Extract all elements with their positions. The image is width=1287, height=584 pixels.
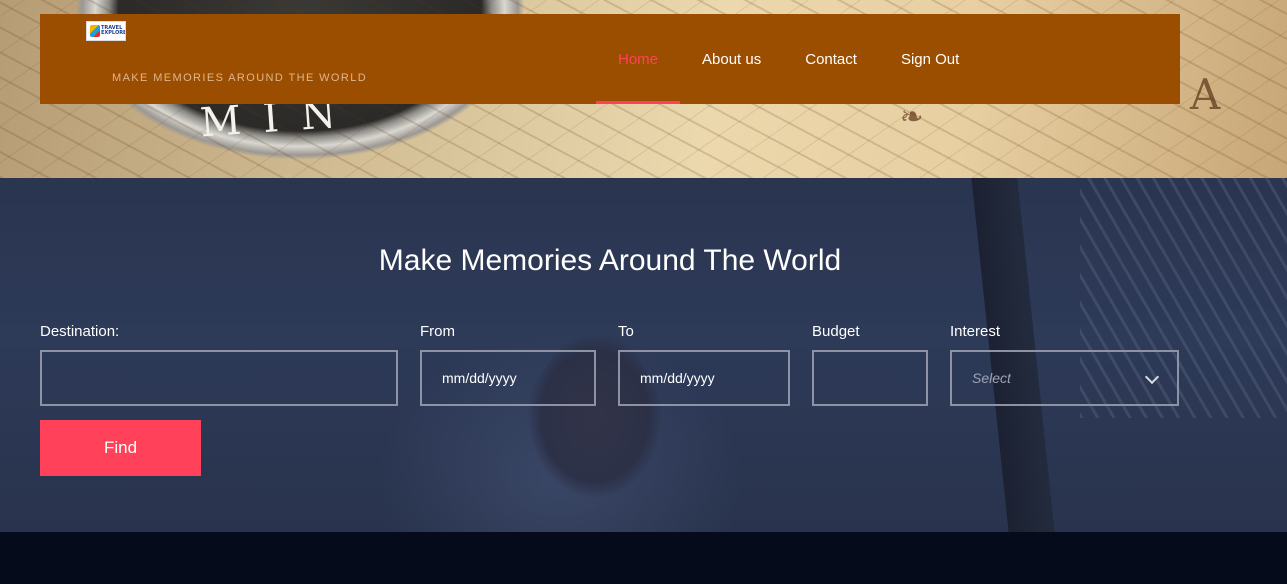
to-date-placeholder: mm/dd/yyyy <box>640 370 715 386</box>
nav-item-contact[interactable]: Contact <box>783 14 879 104</box>
from-label: From <box>420 323 455 340</box>
to-date-input[interactable]: mm/dd/yyyy <box>618 350 790 406</box>
nav-item-sign-out[interactable]: Sign Out <box>879 14 981 104</box>
main-nav: Home About us Contact Sign Out <box>596 14 981 104</box>
search-section: Make Memories Around The World Destinati… <box>0 178 1287 532</box>
background-figure <box>430 296 760 532</box>
logo-mark-icon <box>90 25 100 37</box>
find-button[interactable]: Find <box>40 420 201 476</box>
search-headline: Make Memories Around The World <box>378 244 842 277</box>
site-logo[interactable]: TRAVEL EXPLORER <box>86 21 126 41</box>
interest-placeholder: Select <box>972 370 1011 386</box>
budget-label: Budget <box>812 323 860 340</box>
from-date-input[interactable]: mm/dd/yyyy <box>420 350 596 406</box>
site-header: TRAVEL EXPLORER MAKE MEMORIES AROUND THE… <box>40 14 1180 104</box>
to-label: To <box>618 323 634 340</box>
destination-input[interactable] <box>40 350 398 406</box>
site-tagline: MAKE MEMORIES AROUND THE WORLD <box>112 72 368 84</box>
map-decoration: ❧ <box>900 100 924 133</box>
chevron-down-icon <box>1144 369 1160 385</box>
budget-input[interactable] <box>812 350 928 406</box>
nav-item-home[interactable]: Home <box>596 14 681 104</box>
footer-strip <box>0 532 1287 584</box>
logo-text: TRAVEL EXPLORER <box>101 25 125 36</box>
map-decoration: A <box>1190 70 1221 119</box>
nav-item-about-us[interactable]: About us <box>680 14 783 104</box>
destination-label: Destination: <box>40 323 120 340</box>
from-date-placeholder: mm/dd/yyyy <box>442 370 517 386</box>
interest-label: Interest <box>950 323 1001 340</box>
interest-select[interactable]: Select <box>950 350 1179 406</box>
